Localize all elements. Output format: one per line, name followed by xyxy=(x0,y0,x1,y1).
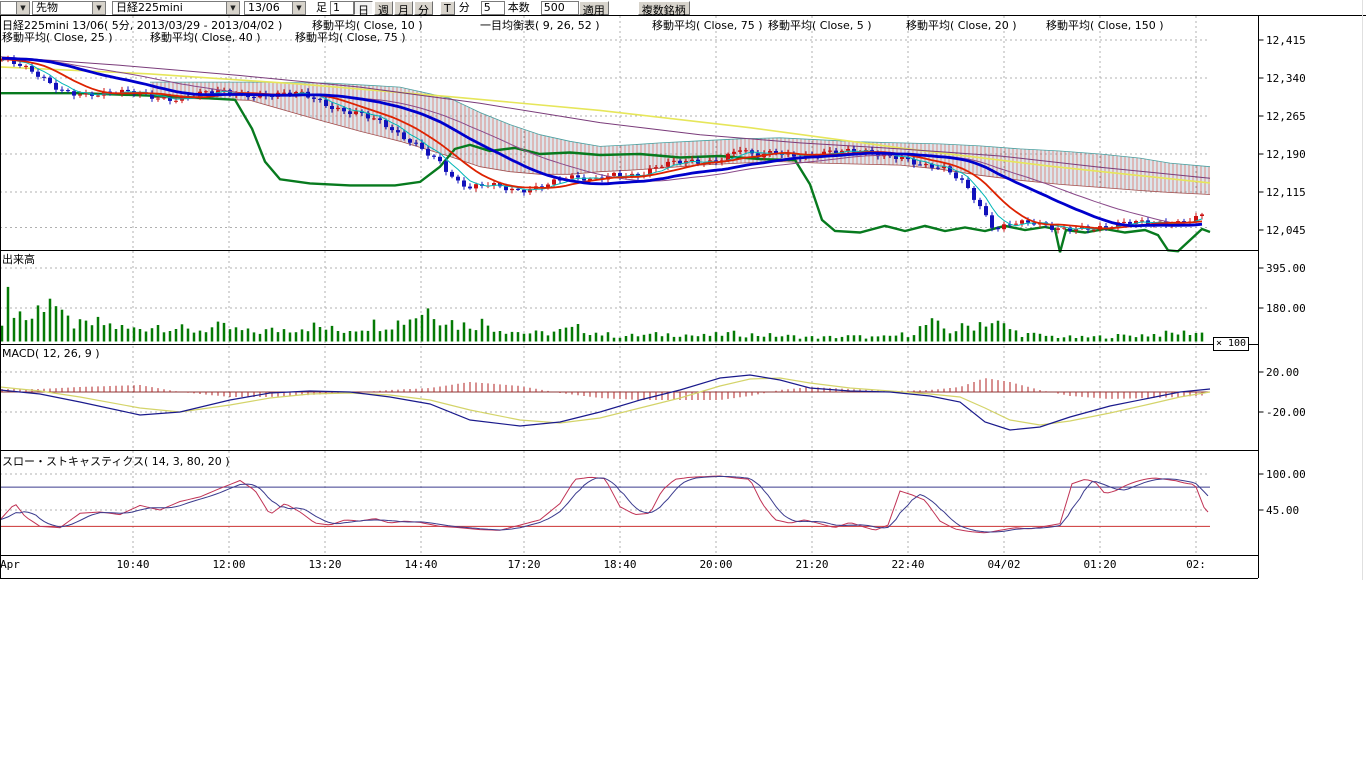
indicator-label-ma75: 移動平均( Close, 75 ) xyxy=(652,17,763,33)
contract-combo[interactable]: 13/06 ▼ xyxy=(244,1,306,15)
macd-axis-label: -20.00 xyxy=(1266,406,1306,419)
time-axis-label: 20:00 xyxy=(699,558,732,571)
time-axis-label: Apr xyxy=(0,558,20,571)
period-week-button[interactable]: 週 xyxy=(374,1,393,15)
price-axis-label: 12,190 xyxy=(1266,148,1306,161)
time-axis-label: 18:40 xyxy=(603,558,636,571)
unit-input[interactable] xyxy=(481,1,505,15)
interval-input[interactable] xyxy=(330,1,354,15)
scale-combo-value xyxy=(1,2,16,14)
time-axis-label: 21:20 xyxy=(795,558,828,571)
stochastics-axis-label: 100.00 xyxy=(1266,468,1306,481)
time-axis-label: 22:40 xyxy=(891,558,924,571)
minute-unit-label: 分 xyxy=(459,2,470,14)
volume-axis-label: 180.00 xyxy=(1266,302,1306,315)
chevron-down-icon: ▼ xyxy=(16,2,29,14)
apply-button[interactable]: 適用 xyxy=(579,1,609,15)
time-axis-label: 01:20 xyxy=(1083,558,1116,571)
chevron-down-icon: ▼ xyxy=(226,2,239,14)
time-axis-label: 04/02 xyxy=(987,558,1020,571)
indicator-label-ma40: 移動平均( Close, 40 ) xyxy=(150,29,261,45)
indicator-label-ma75b: 移動平均( Close, 75 ) xyxy=(295,29,406,45)
time-axis-label: 13:20 xyxy=(308,558,341,571)
indicator-label-ichimoku: 一目均衡表( 9, 26, 52 ) xyxy=(480,17,600,33)
price-axis-label: 12,045 xyxy=(1266,224,1306,237)
indicator-label-ma150: 移動平均( Close, 150 ) xyxy=(1046,17,1164,33)
scale-combo[interactable]: ▼ xyxy=(0,1,30,15)
contract-combo-value: 13/06 xyxy=(245,2,292,14)
tick-button[interactable]: T xyxy=(440,1,455,15)
symbol-combo-value: 日経225mini xyxy=(113,2,226,14)
symbol-combo[interactable]: 日経225mini ▼ xyxy=(112,1,240,15)
price-axis-label: 12,340 xyxy=(1266,72,1306,85)
period-minute-button[interactable]: 分 xyxy=(414,1,433,15)
indicator-label-ma25: 移動平均( Close, 25 ) xyxy=(2,29,113,45)
chevron-down-icon: ▼ xyxy=(292,2,305,14)
multi-symbol-button[interactable]: 複数銘柄 xyxy=(638,1,690,15)
chevron-down-icon: ▼ xyxy=(92,2,105,14)
indicator-label-ma20: 移動平均( Close, 20 ) xyxy=(906,17,1017,33)
toolbar: ▼ 先物 ▼ 日経225mini ▼ 13/06 ▼ 足 日 週 月 分 T 分… xyxy=(0,0,1366,15)
stochastics-panel-label: スロー・ストキャスティクス( 14, 3, 80, 20 ) xyxy=(2,453,230,469)
volume-axis-label: 395.00 xyxy=(1266,262,1306,275)
price-axis-label: 12,265 xyxy=(1266,110,1306,123)
right-scrollbar[interactable] xyxy=(1362,0,1363,580)
category-combo-value: 先物 xyxy=(33,2,92,14)
time-axis-label: 14:40 xyxy=(404,558,437,571)
bar-count-label: 本数 xyxy=(508,2,530,14)
period-day-button[interactable]: 日 xyxy=(354,1,373,15)
price-axis-label: 12,415 xyxy=(1266,34,1306,47)
chart-canvas[interactable] xyxy=(0,15,1366,580)
stochastics-axis-label: 45.00 xyxy=(1266,504,1299,517)
bar-type-label: 足 xyxy=(316,2,327,14)
period-month-button[interactable]: 月 xyxy=(394,1,413,15)
price-axis-label: 12,115 xyxy=(1266,186,1306,199)
time-axis-label: 10:40 xyxy=(116,558,149,571)
time-axis-label: 17:20 xyxy=(507,558,540,571)
time-axis-label: 02: xyxy=(1186,558,1206,571)
indicator-label-ma5: 移動平均( Close, 5 ) xyxy=(768,17,872,33)
time-axis-label: 12:00 xyxy=(212,558,245,571)
count-input[interactable] xyxy=(541,1,579,15)
macd-panel-label: MACD( 12, 26, 9 ) xyxy=(2,347,100,360)
volume-multiplier-badge: × 100 xyxy=(1213,337,1249,351)
volume-panel-label: 出来高 xyxy=(2,251,35,267)
category-combo[interactable]: 先物 ▼ xyxy=(32,1,106,15)
macd-axis-label: 20.00 xyxy=(1266,366,1299,379)
